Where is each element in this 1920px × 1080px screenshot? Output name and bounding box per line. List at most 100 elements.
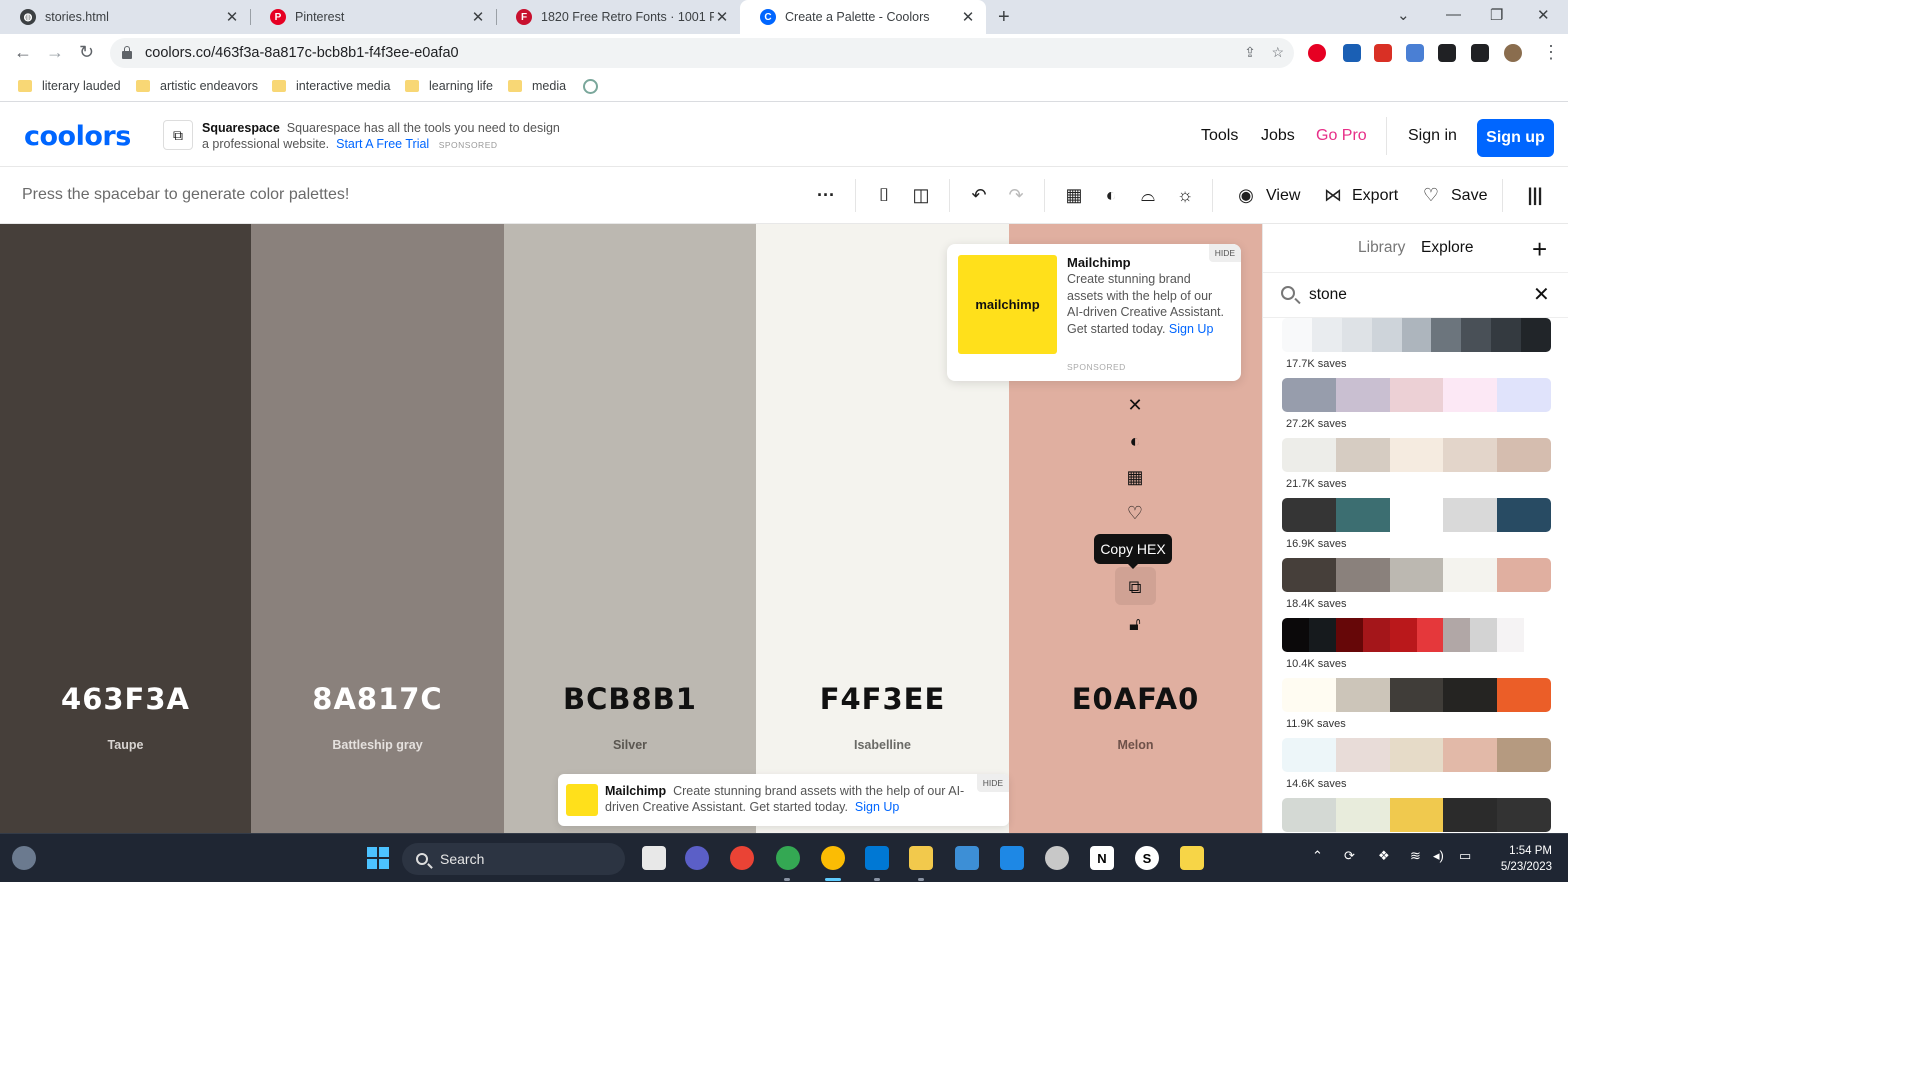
hide-ad-button[interactable]: HIDE	[1208, 244, 1241, 262]
bracket-app-icon[interactable]	[1000, 846, 1024, 870]
new-tab-icon[interactable]: +	[998, 6, 1010, 29]
bookmark-folder[interactable]: learning life	[405, 79, 493, 93]
explore-palette[interactable]	[1282, 738, 1551, 772]
search-input[interactable]	[1309, 284, 1509, 306]
explore-palette[interactable]	[1282, 798, 1551, 832]
sticky-notes-icon[interactable]	[1180, 846, 1204, 870]
task-view-icon[interactable]	[642, 846, 666, 870]
view-button[interactable]: View	[1266, 187, 1300, 205]
bookmark-star-icon[interactable]: ⇪ ☆	[1244, 44, 1284, 61]
color-swatch[interactable]: 463F3A Taupe	[0, 224, 251, 833]
contrast-icon[interactable]: ◐	[1100, 184, 1122, 206]
close-tab-icon[interactable]: ✕	[470, 8, 486, 26]
clear-search-icon[interactable]: ✕	[1533, 282, 1550, 307]
swatch-hex[interactable]: 8A817C	[251, 682, 504, 716]
explore-palette[interactable]	[1282, 438, 1551, 472]
vscode-icon[interactable]	[865, 846, 889, 870]
pinterest-extension-icon[interactable]	[1308, 44, 1326, 62]
tray-chevron-icon[interactable]: ⌃	[1312, 848, 1323, 864]
profile-avatar[interactable]	[1504, 44, 1522, 62]
drag-grid-icon[interactable]: ▦	[1124, 466, 1146, 488]
sign-up-button[interactable]: Sign up	[1477, 119, 1554, 157]
openai-app-icon[interactable]	[1045, 846, 1069, 870]
redo-icon[interactable]: ↷	[1005, 184, 1027, 206]
ad-signup-link[interactable]: Sign Up	[1169, 322, 1213, 336]
maximize-icon[interactable]: ❐	[1490, 6, 1503, 24]
mail-extension-icon[interactable]	[1343, 44, 1361, 62]
browser-tab[interactable]: P Pinterest ✕	[250, 0, 496, 34]
favorite-heart-icon[interactable]: ♡	[1124, 502, 1146, 524]
bookmark-folder[interactable]: interactive media	[272, 79, 391, 93]
ad-signup-link[interactable]: Sign Up	[855, 800, 899, 814]
browser-tab-active[interactable]: C Create a Palette - Coolors ✕	[740, 0, 986, 34]
side-panel-icon[interactable]	[1471, 44, 1489, 62]
volume-icon[interactable]: ◂)	[1433, 848, 1444, 864]
chrome-profile-icon[interactable]	[776, 846, 800, 870]
tab-search-chevron-icon[interactable]: ⌄	[1397, 6, 1410, 24]
mailchimp-ad-card[interactable]: mailchimp Mailchimp Create stunning bran…	[947, 244, 1241, 381]
battery-icon[interactable]: ▭	[1459, 848, 1471, 864]
explore-palette[interactable]	[1282, 678, 1551, 712]
notion-extension-icon[interactable]	[1406, 44, 1424, 62]
header-ad[interactable]: Squarespace Squarespace has all the tool…	[202, 120, 562, 153]
dropbox-icon[interactable]: ❖	[1378, 848, 1390, 864]
export-button[interactable]: Export	[1352, 187, 1398, 205]
notion-icon[interactable]: N	[1090, 846, 1114, 870]
explore-palette[interactable]	[1282, 558, 1551, 592]
scrivener-icon[interactable]: S	[1135, 846, 1159, 870]
mailchimp-bottom-ad[interactable]: Mailchimp Create stunning brand assets w…	[558, 774, 1009, 826]
undo-icon[interactable]: ↶	[968, 184, 990, 206]
url-field[interactable]: coolors.co/463f3a-8a817c-bcb8b1-f4f3ee-e…	[110, 38, 1294, 68]
photos-icon[interactable]	[955, 846, 979, 870]
chrome-active-icon[interactable]	[821, 846, 845, 870]
close-tab-icon[interactable]: ✕	[224, 8, 240, 26]
side-by-side-icon[interactable]: ◫	[910, 184, 932, 206]
explore-palette[interactable]	[1282, 618, 1551, 652]
explore-palette[interactable]	[1282, 318, 1551, 352]
bookmark-folder[interactable]: media	[508, 79, 566, 93]
weather-icon[interactable]	[12, 846, 36, 870]
browser-tab[interactable]: ◍ stories.html ✕	[0, 0, 250, 34]
camera-icon[interactable]: ⌷	[873, 184, 895, 206]
unlock-icon[interactable]: 🔓︎	[1124, 613, 1146, 635]
sidebar-toggle-icon[interactable]: |||	[1524, 184, 1546, 206]
coolors-logo[interactable]: coolors	[24, 121, 131, 152]
close-window-icon[interactable]: ✕	[1537, 6, 1550, 24]
file-explorer-icon[interactable]	[909, 846, 933, 870]
explore-palette[interactable]	[1282, 498, 1551, 532]
close-tab-icon[interactable]: ✕	[960, 8, 976, 26]
chatgpt-bookmark[interactable]	[583, 79, 598, 94]
bookmark-folder[interactable]: artistic endeavors	[136, 79, 258, 93]
more-options-icon[interactable]: ···	[815, 184, 837, 206]
bookmark-folder[interactable]: literary lauded	[18, 79, 121, 93]
heart-icon[interactable]: ♡	[1420, 184, 1442, 206]
grid-icon[interactable]: ▦	[1063, 184, 1085, 206]
share-icon[interactable]: ⋈	[1322, 184, 1344, 206]
swatch-hex[interactable]: BCB8B1	[504, 682, 756, 716]
tab-explore[interactable]: Explore	[1421, 239, 1474, 257]
sign-in-link[interactable]: Sign in	[1408, 127, 1457, 145]
browser-menu-icon[interactable]: ⋮	[1542, 42, 1560, 63]
extensions-puzzle-icon[interactable]	[1438, 44, 1456, 62]
color-swatch[interactable]: BCB8B1 Silver	[504, 224, 756, 833]
nav-tools[interactable]: Tools	[1201, 127, 1238, 145]
color-swatch[interactable]: 8A817C Battleship gray	[251, 224, 504, 833]
add-palette-icon[interactable]: +	[1532, 234, 1547, 265]
brightness-icon[interactable]: ☼	[1174, 184, 1196, 206]
tab-library[interactable]: Library	[1358, 239, 1405, 257]
remove-color-icon[interactable]: ✕	[1124, 394, 1146, 416]
record-extension-icon[interactable]	[1374, 44, 1392, 62]
teams-chat-icon[interactable]	[685, 846, 709, 870]
glasses-icon[interactable]: ⌓	[1137, 184, 1159, 206]
system-clock[interactable]: 1:54 PM 5/23/2023	[1488, 843, 1552, 875]
eye-icon[interactable]: ◉	[1235, 184, 1257, 206]
wifi-icon[interactable]: ≋	[1410, 848, 1421, 864]
squarespace-logo-icon[interactable]: ⧉	[163, 120, 193, 150]
hide-ad-button[interactable]: HIDE	[976, 774, 1009, 792]
swatch-hex[interactable]: 463F3A	[0, 682, 251, 716]
chrome-icon[interactable]	[730, 846, 754, 870]
shades-icon[interactable]: ◐	[1124, 430, 1146, 452]
nav-jobs[interactable]: Jobs	[1261, 127, 1295, 145]
swatch-hex[interactable]: F4F3EE	[756, 682, 1009, 716]
back-arrow-icon[interactable]: ←	[14, 42, 32, 63]
